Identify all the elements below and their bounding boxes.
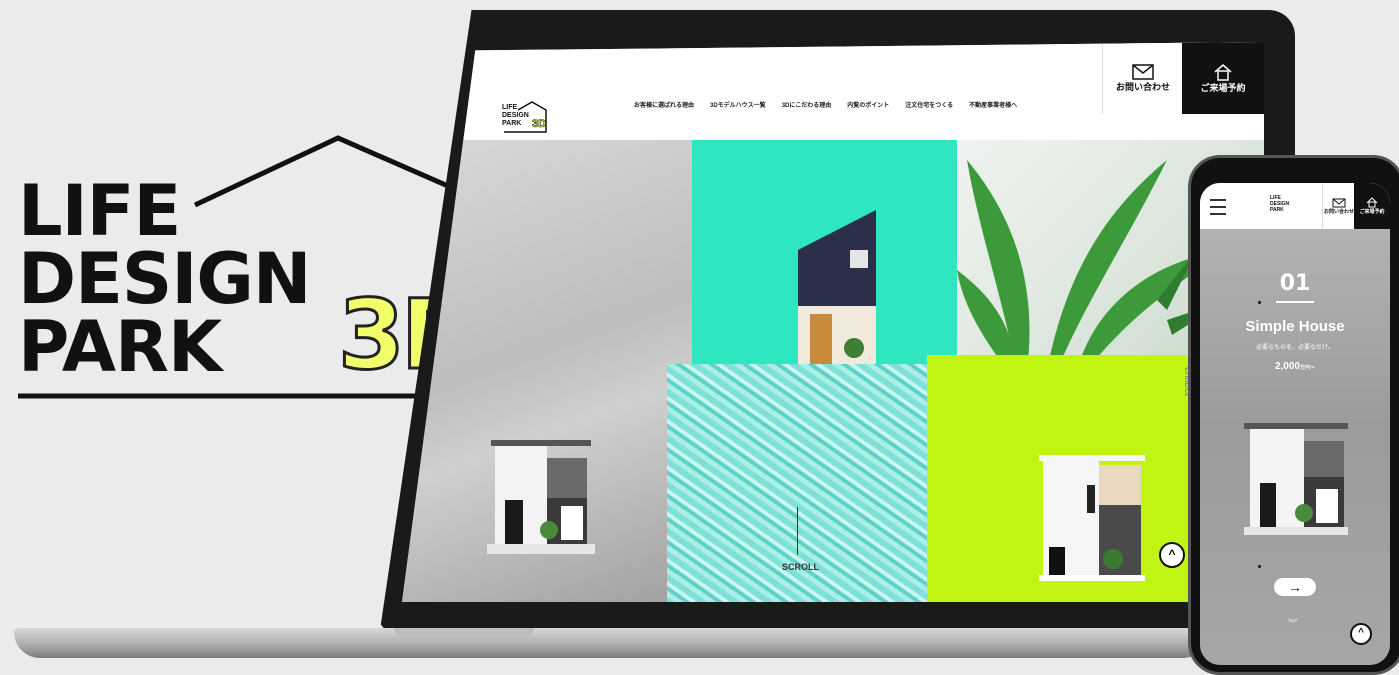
scroll-down-chevron-icon: ︾: [1288, 619, 1298, 630]
phone-logo[interactable]: LIFE DESIGN PARK: [1270, 195, 1289, 213]
house-price-value: 2,000: [1274, 361, 1300, 372]
phone-logo-line-3: PARK: [1270, 207, 1284, 213]
site-logo-line-3: PARK: [502, 120, 522, 127]
site-logo[interactable]: LIFE DESIGN PARK 3D: [502, 100, 550, 134]
mail-icon: [1332, 198, 1346, 207]
site-logo-3d: 3D: [532, 118, 547, 131]
model-house-concrete: [487, 440, 597, 565]
laptop-screen: SCROLL chitect ^ LIFE DESIGN PARK 3D お客様…: [402, 42, 1264, 602]
hamburger-menu-icon[interactable]: [1210, 199, 1226, 215]
phone-page-top-button[interactable]: ^: [1350, 623, 1372, 645]
scroll-line: [797, 507, 798, 555]
laptop-base: [14, 628, 1209, 658]
phone-contact-label: お問い合わせ: [1323, 208, 1354, 215]
house-subtitle: 必要なものを、必要なだけ。: [1256, 345, 1334, 351]
scroll-label: SCROLL: [782, 562, 819, 572]
nav-item-real-estate[interactable]: 不動産事業者様へ: [969, 100, 1017, 109]
model-house-teal: [792, 210, 882, 367]
phone-model-house: [1244, 423, 1348, 548]
nav-item-custom-house[interactable]: 注文住宅をつくる: [905, 100, 953, 109]
brand-word-design: DESIGN: [18, 238, 311, 320]
contact-button[interactable]: お問い合わせ: [1102, 42, 1183, 114]
phone-contact-button[interactable]: お問い合わせ: [1322, 183, 1355, 229]
site-header: LIFE DESIGN PARK 3D お客様に選ばれる理由 3Dモデルハウス一…: [402, 42, 1264, 140]
contact-label: お問い合わせ: [1115, 81, 1170, 92]
phone-screen: LIFE DESIGN PARK お問い合わせ ご来場予約 01 Simple …: [1200, 183, 1390, 665]
nav-item-model-houses[interactable]: 3Dモデルハウス一覧: [710, 100, 766, 109]
decor-dot: [1258, 565, 1261, 568]
decor-dot: [1258, 301, 1261, 304]
phone-mockup: LIFE DESIGN PARK お問い合わせ ご来場予約 01 Simple …: [1188, 155, 1399, 675]
brand-word-park: PARK: [18, 306, 222, 388]
main-nav: お客様に選ばれる理由 3Dモデルハウス一覧 3Dにこだわる理由 内覧のポイント …: [634, 100, 1017, 109]
home-icon: [1214, 63, 1232, 81]
house-number: 01: [1279, 271, 1311, 296]
nav-item-reasons[interactable]: お客様に選ばれる理由: [634, 100, 694, 109]
house-number-underline: [1276, 301, 1314, 303]
mail-icon: [1132, 63, 1154, 80]
brand-word-life: LIFE: [18, 170, 181, 252]
house-title: Simple House: [1245, 318, 1345, 335]
phone-visit-button[interactable]: ご来場予約: [1354, 183, 1390, 229]
tile-teal[interactable]: [692, 122, 982, 367]
phone-visit-label: ご来場予約: [1359, 209, 1385, 215]
house-price: 2,000万円〜: [1200, 361, 1390, 372]
house-price-unit: 万円〜: [1300, 365, 1316, 371]
next-arrow-button[interactable]: →: [1274, 578, 1316, 596]
nav-item-viewing-points[interactable]: 内覧のポイント: [847, 100, 889, 109]
site-logo-line-2: DESIGN: [502, 112, 529, 119]
model-house-lime: [1039, 455, 1149, 590]
visit-reservation-button[interactable]: ご来場予約: [1182, 42, 1264, 114]
page-top-button[interactable]: ^: [1159, 542, 1185, 568]
nav-item-why-3d[interactable]: 3Dにこだわる理由: [782, 100, 832, 109]
laptop-notch: [394, 628, 534, 638]
visit-label: ご来場予約: [1200, 82, 1246, 93]
phone-header: LIFE DESIGN PARK お問い合わせ ご来場予約: [1200, 183, 1390, 229]
site-logo-line-1: LIFE: [502, 104, 518, 111]
home-icon: [1366, 197, 1378, 208]
